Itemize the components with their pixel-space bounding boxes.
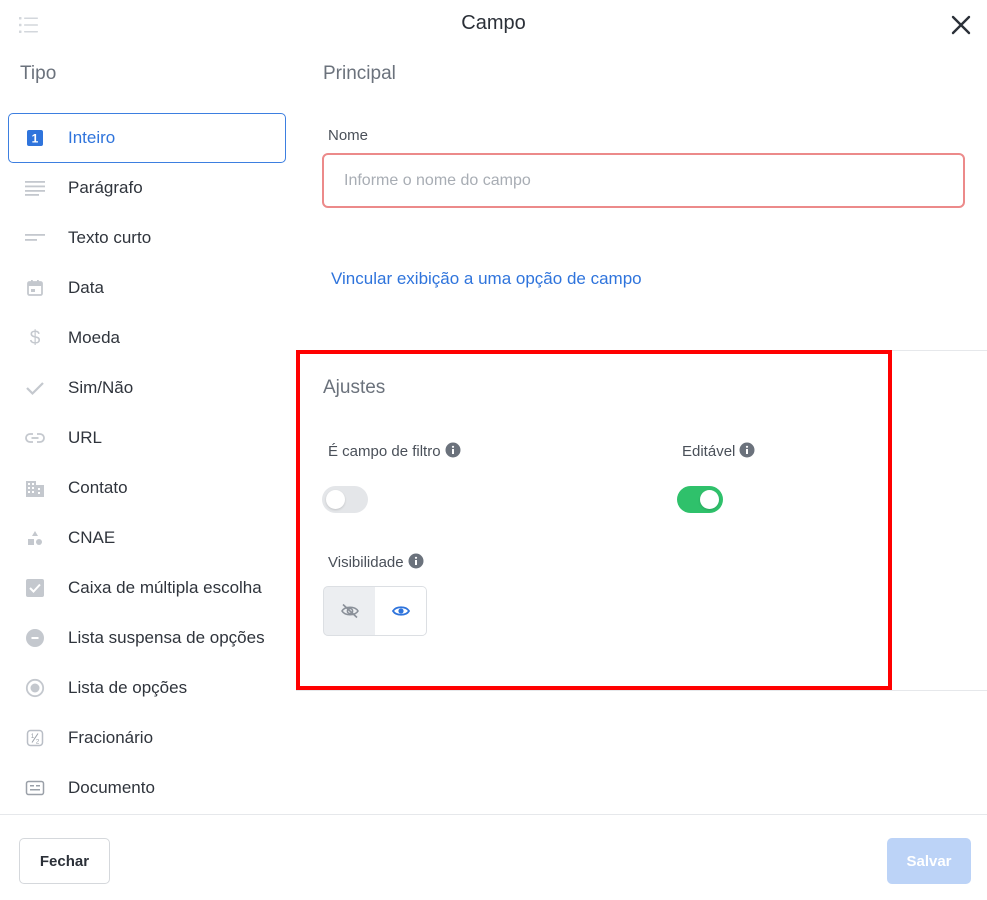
type-item-cnae[interactable]: CNAE (8, 513, 286, 563)
highlight-annotation-box (296, 350, 892, 690)
svg-text:1: 1 (32, 132, 39, 146)
dollar-icon: $ (25, 328, 45, 348)
type-item-label: Lista suspensa de opções (68, 628, 265, 647)
calendar-icon (25, 278, 45, 298)
type-item-label: Lista de opções (68, 678, 188, 697)
modal-header: Campo (0, 0, 987, 50)
type-item-label: Fracionário (68, 728, 154, 747)
save-button[interactable]: Salvar (887, 838, 971, 884)
type-item-label: Inteiro (68, 128, 116, 147)
paragraph-lines-icon (25, 178, 45, 198)
fraction-icon: 12 (25, 728, 45, 748)
type-item-label: Parágrafo (68, 178, 143, 197)
name-label: Nome (328, 127, 369, 144)
type-item-label: Data (68, 278, 104, 297)
type-heading: Tipo (20, 63, 57, 84)
checkbox-icon (25, 578, 45, 598)
document-card-icon (25, 778, 45, 798)
type-item-texto-curto[interactable]: Texto curto (8, 213, 286, 263)
number-one-icon: 1 (25, 128, 45, 148)
link-icon (25, 428, 45, 448)
type-item-inteiro[interactable]: 1 Inteiro (8, 113, 286, 163)
close-button[interactable]: Fechar (19, 838, 110, 884)
check-icon (25, 378, 45, 398)
close-icon[interactable] (948, 12, 974, 38)
type-item-moeda[interactable]: $ Moeda (8, 313, 286, 363)
type-item-lista-suspensa[interactable]: Lista suspensa de opções (8, 613, 286, 663)
type-item-documento[interactable]: Documento (8, 763, 286, 813)
link-field-option[interactable]: Vincular exibição a uma opção de campo (331, 269, 642, 289)
type-item-caixa-multipla[interactable]: Caixa de múltipla escolha (8, 563, 286, 613)
type-item-sim-nao[interactable]: Sim/Não (8, 363, 286, 413)
type-item-label: Contato (68, 478, 128, 497)
radio-icon (25, 678, 45, 698)
shapes-icon (25, 528, 45, 548)
type-item-label: URL (68, 428, 103, 447)
building-icon (25, 478, 45, 498)
type-item-paragrafo[interactable]: Parágrafo (8, 163, 286, 213)
principal-title: Principal (323, 63, 396, 84)
type-item-label: Sim/Não (68, 378, 134, 397)
type-item-label: Documento (68, 778, 155, 797)
dropdown-circle-icon (25, 628, 45, 648)
type-item-label: Texto curto (68, 228, 152, 247)
svg-text:$: $ (30, 328, 41, 348)
type-item-contato[interactable]: Contato (8, 463, 286, 513)
section-divider-bottom (296, 690, 987, 691)
type-item-fracionario[interactable]: 12 Fracionário (8, 713, 286, 763)
type-item-data[interactable]: Data (8, 263, 286, 313)
type-item-label: Moeda (68, 328, 120, 347)
short-text-icon (25, 228, 45, 248)
name-input[interactable] (322, 153, 965, 208)
svg-text:2: 2 (36, 739, 40, 746)
type-list: 1 Inteiro Parágrafo Texto curto Data $ M… (8, 113, 286, 813)
modal-title: Campo (461, 12, 526, 34)
type-item-lista-opcoes[interactable]: Lista de opções (8, 663, 286, 713)
type-item-label: Caixa de múltipla escolha (68, 578, 262, 597)
type-item-url[interactable]: URL (8, 413, 286, 463)
footer-divider (0, 814, 987, 815)
type-item-label: CNAE (68, 528, 116, 547)
